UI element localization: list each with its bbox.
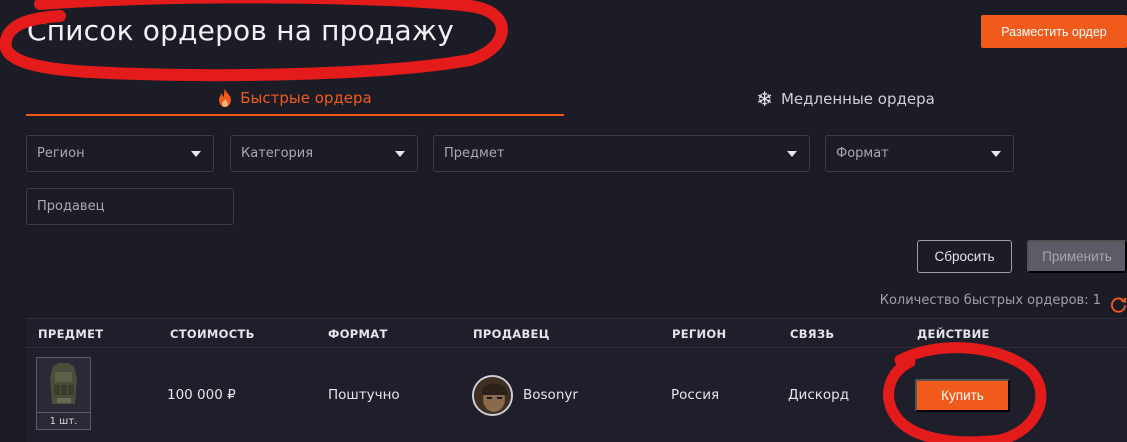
column-header: СВЯЗЬ	[790, 327, 835, 341]
table-header: ПРЕДМЕТ СТОИМОСТЬ ФОРМАТ ПРОДАВЕЦ РЕГИОН…	[26, 318, 1127, 348]
contact-cell: Дискорд	[788, 387, 850, 403]
column-header: РЕГИОН	[672, 327, 727, 341]
region-cell: Россия	[671, 387, 720, 403]
avatar	[472, 375, 513, 416]
format-select[interactable]: Формат	[825, 135, 1014, 172]
column-header: ДЕЙСТВИЕ	[917, 327, 990, 341]
seller-input[interactable]: Продавец	[26, 188, 234, 225]
format-cell: Поштучно	[328, 387, 400, 403]
chevron-down-icon	[787, 151, 797, 157]
buy-button[interactable]: Купить	[915, 379, 1010, 412]
place-order-button[interactable]: Разместить ордер	[981, 15, 1127, 48]
seller-input-placeholder: Продавец	[37, 199, 105, 214]
chevron-down-icon	[991, 151, 1001, 157]
page-title: Список ордеров на продажу	[27, 14, 455, 47]
region-select-label: Регион	[37, 146, 85, 161]
region-select[interactable]: Регион	[26, 135, 214, 172]
orders-table: ПРЕДМЕТ СТОИМОСТЬ ФОРМАТ ПРОДАВЕЦ РЕГИОН…	[26, 318, 1127, 442]
column-header: ПРЕДМЕТ	[38, 327, 104, 341]
chevron-down-icon	[191, 151, 201, 157]
armor-vest-icon	[37, 358, 90, 412]
item-quantity: 1 шт.	[37, 412, 90, 429]
column-header: ПРОДАВЕЦ	[473, 327, 550, 341]
reset-button[interactable]: Сбросить	[917, 240, 1012, 273]
order-tabs: Быстрые ордера ❄ Медленные ордера	[26, 82, 1127, 116]
category-select-label: Категория	[241, 146, 314, 161]
item-thumbnail[interactable]: 1 шт.	[36, 357, 91, 430]
price-cell: 100 000 ₽	[167, 387, 236, 403]
column-header: СТОИМОСТЬ	[170, 327, 255, 341]
column-header: ФОРМАТ	[328, 327, 388, 341]
tab-slow-orders[interactable]: ❄ Медленные ордера	[564, 82, 1127, 116]
refresh-icon[interactable]	[1110, 296, 1127, 313]
format-select-label: Формат	[836, 146, 889, 161]
snowflake-icon: ❄	[756, 87, 773, 111]
chevron-down-icon	[395, 151, 405, 157]
tab-label: Медленные ордера	[780, 90, 935, 108]
item-select-label: Предмет	[444, 146, 505, 161]
orders-count: Количество быстрых ордеров: 1	[879, 293, 1101, 308]
fire-icon	[219, 89, 232, 107]
tab-label: Быстрые ордера	[240, 89, 372, 107]
avatar-image	[474, 377, 511, 414]
tab-fast-orders[interactable]: Быстрые ордера	[26, 82, 564, 116]
seller-cell[interactable]: Bosonyr	[523, 387, 578, 403]
item-select[interactable]: Предмет	[433, 135, 810, 172]
apply-button[interactable]: Применить	[1027, 240, 1127, 273]
category-select[interactable]: Категория	[230, 135, 418, 172]
